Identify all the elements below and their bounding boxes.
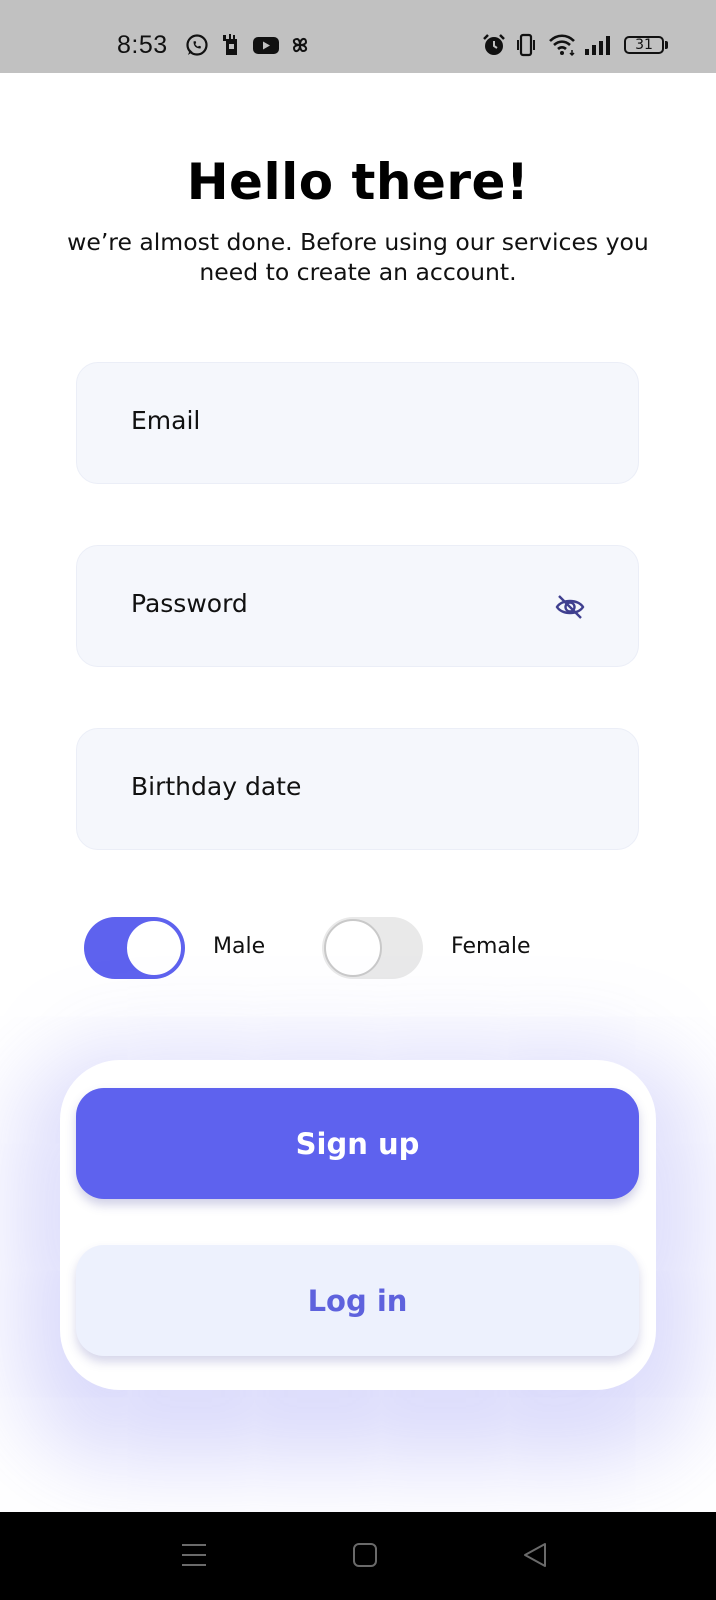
female-label: Female [451,934,531,959]
youtube-icon [253,37,279,54]
whatsapp-icon [186,34,208,56]
sim-icon [223,34,237,55]
pinwheel-icon [292,37,308,53]
page-subtitle: we’re almost done. Before using our serv… [67,228,649,286]
birthday-placeholder: Birthday date [131,772,302,801]
signal-icon [585,36,610,55]
back-icon[interactable] [521,1540,549,1570]
password-field[interactable]: Password [76,545,639,667]
status-bar: 8:53 31 [0,0,716,73]
sign-up-button[interactable]: Sign up [76,1088,639,1199]
battery-tip [665,41,668,49]
log-in-button[interactable]: Log in [76,1245,639,1356]
eye-off-icon[interactable] [554,592,586,620]
birthday-date-field[interactable]: Birthday date [76,728,639,850]
status-time: 8:53 [117,31,168,59]
password-placeholder: Password [131,589,248,618]
alarm-icon [483,34,505,55]
navigation-bar [0,1512,716,1600]
page-title: Hello there! [186,153,530,211]
female-toggle-knob [324,919,382,977]
menu-icon[interactable] [180,1540,208,1570]
vibrate-icon [517,33,535,57]
email-placeholder: Email [131,406,201,435]
email-field[interactable]: Email [76,362,639,484]
male-toggle-knob [125,919,183,977]
home-icon[interactable] [351,1540,379,1570]
signup-screen: 8:53 31 Hello there! we’re almost done. … [0,0,716,1600]
male-toggle[interactable] [84,917,185,979]
female-toggle[interactable] [322,917,423,979]
male-label: Male [213,934,266,959]
battery-icon: 31 [624,36,664,54]
wifi-icon [549,34,575,57]
